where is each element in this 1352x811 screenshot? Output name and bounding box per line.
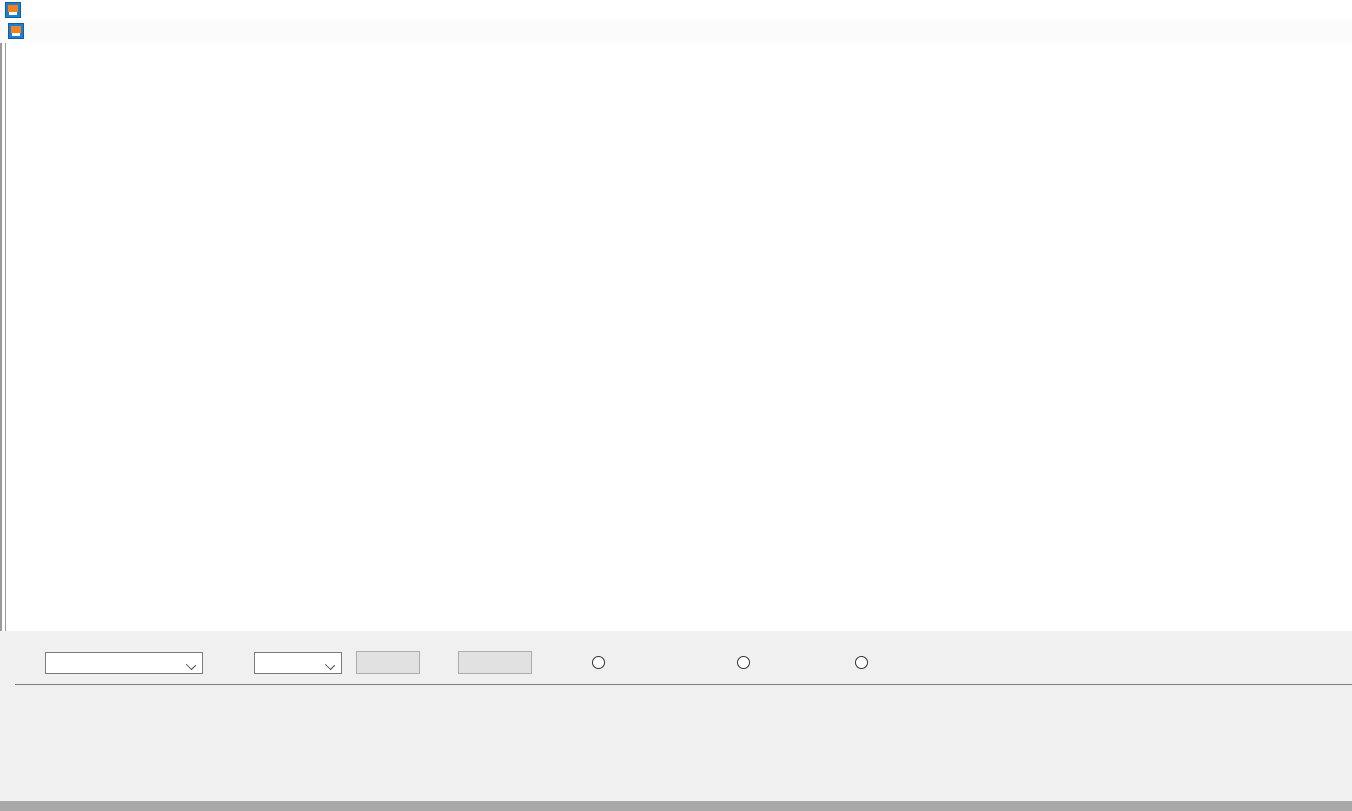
query-button[interactable] — [356, 651, 420, 674]
menu-window[interactable] — [102, 29, 120, 35]
history-data-panel — [0, 631, 1352, 811]
mdi-child-icon[interactable] — [8, 23, 24, 39]
radio-show-level-curve[interactable] — [592, 653, 611, 671]
hide-symbols-button[interactable] — [458, 651, 532, 674]
radio-circle-icon — [855, 655, 868, 669]
radio-show-level-plus-ray-curve[interactable] — [855, 653, 874, 671]
table-background-filler — [0, 801, 1352, 811]
pool-filter-combobox[interactable] — [45, 652, 203, 674]
menu-help[interactable] — [120, 29, 138, 35]
title-bar — [0, 0, 1352, 21]
radio-show-ray-curve[interactable] — [737, 653, 756, 671]
menu-data-query[interactable] — [66, 29, 84, 35]
minimize-icon[interactable] — [1324, 1, 1342, 19]
history-data-table — [15, 684, 1352, 685]
app-icon — [5, 2, 21, 18]
chart-region — [0, 43, 1352, 631]
menu-bar — [0, 20, 1352, 44]
radio-circle-icon — [592, 655, 605, 669]
radio-circle-icon — [737, 655, 750, 669]
menu-file[interactable] — [30, 29, 48, 35]
menu-settings[interactable] — [84, 29, 102, 35]
menu-items — [30, 20, 138, 43]
chevron-down-icon — [324, 659, 336, 671]
status-filter-combobox[interactable] — [254, 652, 342, 674]
chart-canvas — [0, 43, 1352, 631]
menu-online-monitor[interactable] — [48, 29, 66, 35]
chevron-down-icon — [185, 659, 197, 671]
close-icon[interactable] — [1305, 2, 1321, 18]
